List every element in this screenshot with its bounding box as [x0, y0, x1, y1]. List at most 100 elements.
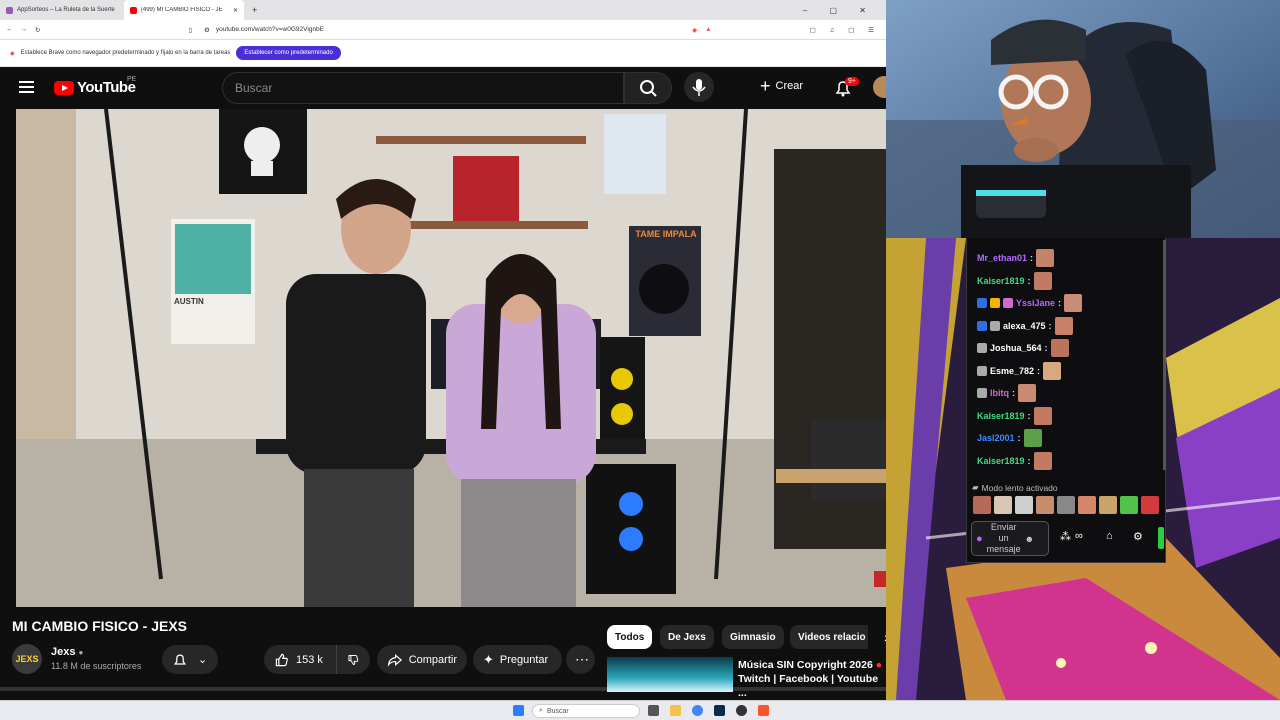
youtube-logo[interactable]: YouTube PE — [54, 76, 136, 96]
chat-scrollbar[interactable] — [1163, 240, 1166, 470]
chat-badge-icon[interactable] — [977, 298, 987, 308]
rec-title-line2[interactable]: Twitch | Facebook | Youtube ... — [738, 673, 878, 699]
chat-emote[interactable] — [1043, 362, 1062, 380]
site-info-icon[interactable]: ⚙ — [204, 26, 210, 34]
extensions-icons[interactable]: ▢ ♫ ▢ ☰ — [810, 26, 880, 34]
chat-emote[interactable] — [1036, 249, 1055, 267]
recommended-thumbnail[interactable] — [607, 657, 733, 692]
tab-appsorteos[interactable]: AppSorteos – La Ruleta de la Suerte — [0, 0, 124, 20]
obs-icon[interactable] — [736, 705, 747, 716]
chrome-icon[interactable] — [692, 705, 703, 716]
chat-username[interactable]: Kaiser1819 — [977, 276, 1025, 286]
share-icon — [387, 653, 403, 667]
search-button[interactable] — [624, 72, 672, 104]
close-tab-icon[interactable]: ✕ — [233, 7, 238, 14]
chat-emote[interactable] — [1023, 429, 1042, 447]
task-view-icon[interactable] — [648, 705, 659, 716]
file-explorer-icon[interactable] — [670, 705, 681, 716]
taskbar-search[interactable]: ⌕ Buscar — [532, 704, 640, 718]
tab-label: AppSorteos – La Ruleta de la Suerte — [17, 7, 115, 13]
chip-gimnasio[interactable]: Gimnasio — [722, 625, 784, 649]
store-icon[interactable]: ⌂ — [1106, 530, 1113, 542]
emote-1[interactable] — [973, 496, 991, 514]
emote-3[interactable] — [1015, 496, 1033, 514]
chat-badge-icon[interactable] — [977, 388, 987, 398]
subscribed-bell-button[interactable]: ⌄ — [162, 645, 218, 674]
emote-9[interactable] — [1141, 496, 1159, 514]
chat-username[interactable]: Esme_782 — [990, 366, 1034, 376]
chat-badge-icon[interactable] — [977, 343, 987, 353]
brave-taskbar-icon[interactable] — [758, 705, 769, 716]
forward-icon[interactable]: → — [21, 26, 28, 33]
chat-emote[interactable] — [1018, 384, 1036, 402]
reload-icon[interactable]: ↻ — [35, 26, 40, 34]
brave-rewards-icon[interactable]: ▲ — [705, 26, 711, 33]
chat-username[interactable]: Mr_ethan01 — [977, 253, 1027, 263]
channel-avatar[interactable]: JEXS — [12, 644, 42, 674]
chat-username[interactable]: Joshua_564 — [990, 343, 1042, 353]
channel-name[interactable]: Jexs ● — [51, 646, 83, 658]
recommended-title[interactable]: Música SIN Copyright 2026 ● Twitch | Fac… — [738, 658, 883, 700]
chat-badge-icon[interactable] — [977, 366, 987, 376]
chat-emote[interactable] — [1054, 317, 1073, 335]
emote-6[interactable] — [1078, 496, 1096, 514]
chat-username[interactable]: lbitq — [990, 388, 1009, 398]
search-input[interactable]: Buscar — [222, 72, 624, 104]
microphone-icon[interactable]: ● — [976, 533, 983, 545]
tab-youtube[interactable]: (499) MI CAMBIO FISICO - JE ✕ — [124, 0, 244, 20]
emote-2[interactable] — [994, 496, 1012, 514]
chat-emote[interactable] — [1033, 272, 1052, 290]
chat-username[interactable]: Kaiser1819 — [977, 456, 1025, 466]
rec-title-line1[interactable]: Música SIN Copyright 2026 — [738, 659, 873, 671]
windows-start-icon[interactable] — [513, 705, 524, 716]
chat-input[interactable]: ● Enviar un mensaje ☻ — [971, 521, 1049, 556]
url-field[interactable]: ⚙ youtube.com/watch?v=w0G92VignbE — [200, 23, 684, 37]
chat-emote[interactable] — [1033, 407, 1052, 425]
account-avatar[interactable] — [873, 76, 886, 98]
emote-5[interactable] — [1057, 496, 1075, 514]
chip-de-jexs[interactable]: De Jexs — [660, 625, 714, 649]
emote-8[interactable] — [1120, 496, 1138, 514]
chat-badge-icon[interactable] — [977, 321, 987, 331]
chat-emote[interactable] — [1050, 339, 1069, 357]
chat-send-button[interactable] — [1158, 527, 1164, 549]
emoji-icon[interactable]: ☻ — [1025, 534, 1034, 544]
url-text[interactable]: youtube.com/watch?v=w0G92VignbE — [216, 26, 324, 33]
emote-4[interactable] — [1036, 496, 1054, 514]
chat-username[interactable]: YssiJane — [1016, 298, 1055, 308]
brave-shield-icon[interactable]: ◆ — [692, 26, 697, 34]
chip-videos-relacionados[interactable]: Videos relacio — [790, 625, 868, 649]
new-tab-button[interactable]: + — [244, 5, 265, 15]
chat-username[interactable]: Kaiser1819 — [977, 411, 1025, 421]
chat-emote[interactable] — [1064, 294, 1083, 312]
emote-7[interactable] — [1099, 496, 1117, 514]
chat-username[interactable]: alexa_475 — [1003, 321, 1046, 331]
chip-todos[interactable]: Todos — [607, 625, 653, 649]
bits-icon[interactable]: ⁂ — [1060, 530, 1071, 543]
like-button[interactable]: 153 k — [264, 645, 336, 674]
taskbar-search-text[interactable]: Buscar — [547, 708, 569, 715]
back-icon[interactable]: ← — [6, 26, 13, 33]
menu-icon[interactable] — [19, 81, 34, 93]
window-controls[interactable]: – ▢ ✕ — [803, 6, 886, 15]
chat-username[interactable]: Jasl2001 — [977, 433, 1015, 443]
voice-search-button[interactable] — [684, 72, 714, 102]
infinity-icon[interactable]: ∞ — [1075, 530, 1083, 542]
windows-taskbar: ⌕ Buscar — [0, 700, 1280, 720]
dislike-button[interactable] — [336, 645, 370, 674]
more-actions-button[interactable]: ⋯ — [566, 645, 595, 674]
chat-badge-icon[interactable] — [990, 298, 1000, 308]
create-button[interactable]: + Crear — [760, 77, 803, 95]
video-player[interactable]: AUSTIN TAME IMPALA — [16, 109, 886, 607]
chat-emote[interactable] — [1033, 452, 1052, 470]
photoshop-icon[interactable] — [714, 705, 725, 716]
bookmark-icon[interactable]: ▯ — [188, 26, 192, 34]
share-button[interactable]: Compartir — [377, 645, 467, 674]
channel-name-text[interactable]: Jexs — [51, 646, 75, 658]
chat-badge-icon[interactable] — [990, 321, 1000, 331]
chat-badge-icon[interactable] — [1003, 298, 1013, 308]
set-default-button[interactable]: Establecer como predeterminado — [236, 46, 341, 60]
chat-input-placeholder[interactable]: Enviar un mensaje — [987, 522, 1021, 555]
settings-gear-icon[interactable]: ⚙ — [1133, 530, 1143, 543]
ask-button[interactable]: ✦ Preguntar — [473, 645, 562, 674]
